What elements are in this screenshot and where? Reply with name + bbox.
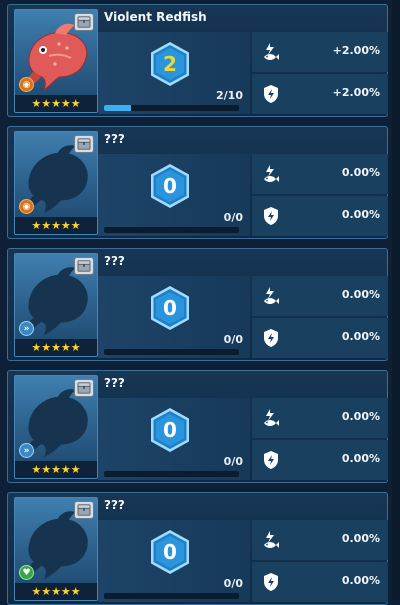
power-fish-icon: [262, 530, 280, 550]
fish-portrait[interactable]: » ★★★★★: [14, 375, 98, 479]
fish-name: ???: [104, 498, 125, 512]
stat-row-power: 0.00%: [252, 276, 388, 316]
level-hex-icon: 0: [148, 528, 192, 576]
star-rating: ★★★★★: [15, 583, 97, 600]
level-number: 0: [163, 540, 177, 564]
stat-row-power: +2.00%: [252, 32, 388, 72]
fish-card[interactable]: ♥ ★★★★★ ??? 0 0/0 0.00% 0.00%: [7, 492, 388, 605]
rarity-badge-icon: »: [19, 321, 34, 336]
fish-name: Violent Redfish: [104, 10, 207, 24]
fish-name: ???: [104, 376, 125, 390]
stat-value-power: 0.00%: [341, 166, 380, 179]
progress-count: 0/0: [223, 333, 243, 346]
stat-value-defense: 0.00%: [341, 452, 380, 465]
level-panel: 0 0/0: [98, 276, 250, 358]
stat-row-defense: 0.00%: [252, 196, 388, 236]
chest-icon[interactable]: [74, 135, 94, 153]
fish-name: ???: [104, 132, 125, 146]
progress-count: 0/0: [223, 211, 243, 224]
shield-lightning-icon: [262, 84, 280, 104]
fish-portrait[interactable]: ◉ ★★★★★: [14, 131, 98, 235]
level-number: 2: [163, 52, 177, 76]
rarity-badge-icon: »: [19, 443, 34, 458]
stat-row-defense: 0.00%: [252, 440, 388, 480]
fish-card[interactable]: » ★★★★★ ??? 0 0/0 0.00% 0.00%: [7, 248, 388, 361]
stat-value-power: +2.00%: [332, 44, 380, 57]
shield-lightning-icon: [262, 206, 280, 226]
fish-card[interactable]: » ★★★★★ ??? 0 0/0 0.00% 0.00%: [7, 370, 388, 483]
level-number: 0: [163, 418, 177, 442]
progress-bar: [104, 593, 239, 599]
star-rating: ★★★★★: [15, 461, 97, 478]
level-panel: 0 0/0: [98, 520, 250, 602]
stat-value-defense: 0.00%: [341, 574, 380, 587]
scrollbar-track[interactable]: [392, 0, 400, 600]
stat-row-defense: 0.00%: [252, 318, 388, 358]
progress-count: 0/0: [223, 455, 243, 468]
stat-value-power: 0.00%: [341, 410, 380, 423]
rarity-badge-icon: ◉: [19, 77, 34, 92]
rarity-badge-icon: ♥: [19, 565, 34, 580]
progress-count: 2/10: [216, 89, 243, 102]
stat-row-power: 0.00%: [252, 520, 388, 560]
progress-bar: [104, 349, 239, 355]
shield-lightning-icon: [262, 572, 280, 592]
stat-row-power: 0.00%: [252, 398, 388, 438]
stat-row-power: 0.00%: [252, 154, 388, 194]
shield-lightning-icon: [262, 328, 280, 348]
fish-card[interactable]: ◉ ★★★★★ ??? 0 0/0 0.00% 0.00%: [7, 126, 388, 239]
level-panel: 2 2/10: [98, 32, 250, 114]
level-number: 0: [163, 174, 177, 198]
level-panel: 0 0/0: [98, 398, 250, 480]
stat-value-defense: +2.00%: [332, 86, 380, 99]
shield-lightning-icon: [262, 450, 280, 470]
progress-bar: [104, 227, 239, 233]
progress-bar: [104, 105, 239, 111]
fish-portrait[interactable]: » ★★★★★: [14, 253, 98, 357]
progress-count: 0/0: [223, 577, 243, 590]
chest-icon[interactable]: [74, 257, 94, 275]
level-panel: 0 0/0: [98, 154, 250, 236]
fish-collection-list: ◉ ★★★★★ Violent Redfish 2 2/10 +2.00% +2…: [0, 0, 400, 605]
level-hex-icon: 0: [148, 162, 192, 210]
fish-portrait[interactable]: ◉ ★★★★★: [14, 9, 98, 113]
stat-value-defense: 0.00%: [341, 208, 380, 221]
power-fish-icon: [262, 286, 280, 306]
level-hex-icon: 0: [148, 406, 192, 454]
stat-value-defense: 0.00%: [341, 330, 380, 343]
power-fish-icon: [262, 164, 280, 184]
level-hex-icon: 0: [148, 284, 192, 332]
progress-bar: [104, 471, 239, 477]
level-number: 0: [163, 296, 177, 320]
stat-row-defense: 0.00%: [252, 562, 388, 602]
level-hex-icon: 2: [148, 40, 192, 88]
star-rating: ★★★★★: [15, 339, 97, 356]
fish-portrait[interactable]: ♥ ★★★★★: [14, 497, 98, 601]
fish-card[interactable]: ◉ ★★★★★ Violent Redfish 2 2/10 +2.00% +2…: [7, 4, 388, 117]
rarity-badge-icon: ◉: [19, 199, 34, 214]
chest-icon[interactable]: [74, 13, 94, 31]
power-fish-icon: [262, 42, 280, 62]
star-rating: ★★★★★: [15, 217, 97, 234]
power-fish-icon: [262, 408, 280, 428]
stat-value-power: 0.00%: [341, 288, 380, 301]
fish-name: ???: [104, 254, 125, 268]
chest-icon[interactable]: [74, 379, 94, 397]
stat-row-defense: +2.00%: [252, 74, 388, 114]
progress-bar-fill: [104, 105, 131, 111]
stat-value-power: 0.00%: [341, 532, 380, 545]
star-rating: ★★★★★: [15, 95, 97, 112]
chest-icon[interactable]: [74, 501, 94, 519]
